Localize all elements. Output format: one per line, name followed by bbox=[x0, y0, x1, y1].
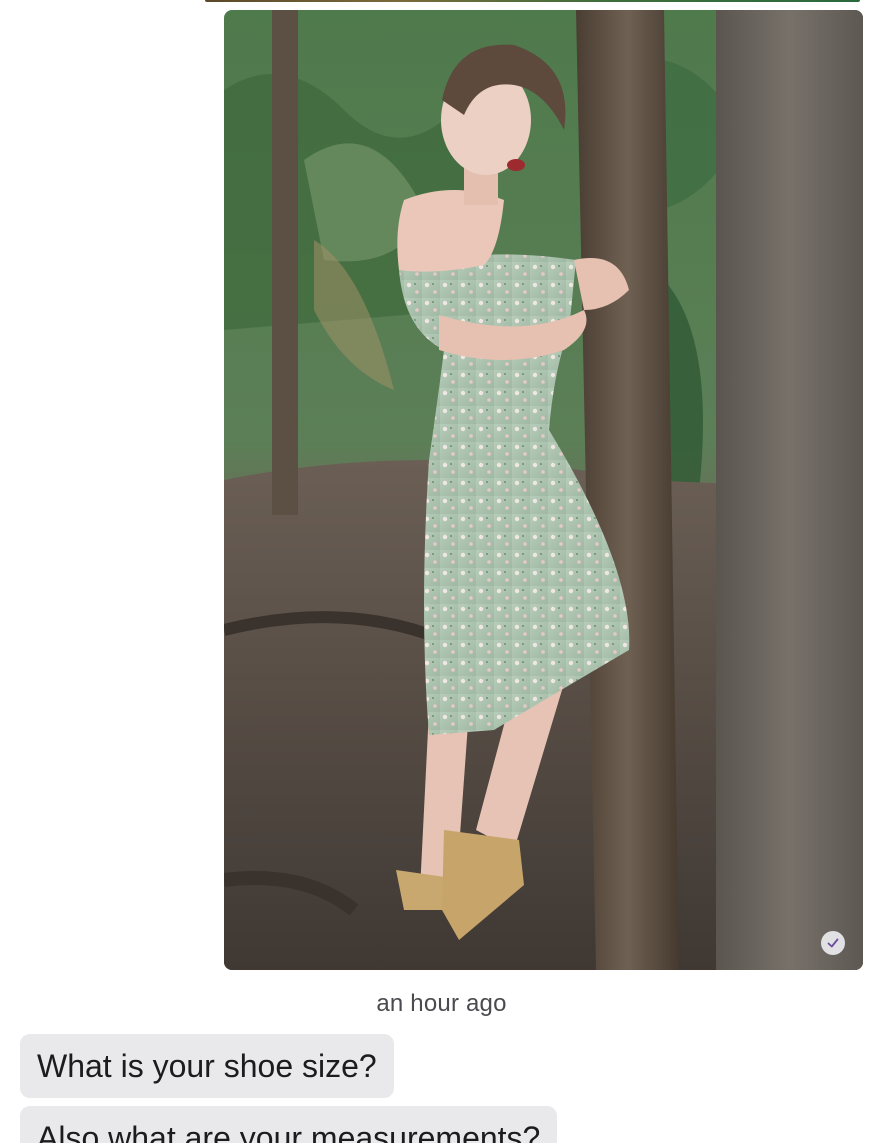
sent-photo-message[interactable] bbox=[224, 10, 863, 970]
previous-photo-message-edge[interactable] bbox=[205, 0, 860, 2]
message-thread: an hour ago What is your shoe size? Also… bbox=[0, 0, 883, 1143]
incoming-message-bubble[interactable]: Also what are your measurements? bbox=[20, 1106, 558, 1143]
checkmark-read-icon bbox=[821, 931, 845, 955]
message-timestamp: an hour ago bbox=[376, 990, 507, 1017]
photo-image bbox=[224, 10, 863, 970]
incoming-message-bubble[interactable]: What is your shoe size? bbox=[20, 1034, 394, 1098]
